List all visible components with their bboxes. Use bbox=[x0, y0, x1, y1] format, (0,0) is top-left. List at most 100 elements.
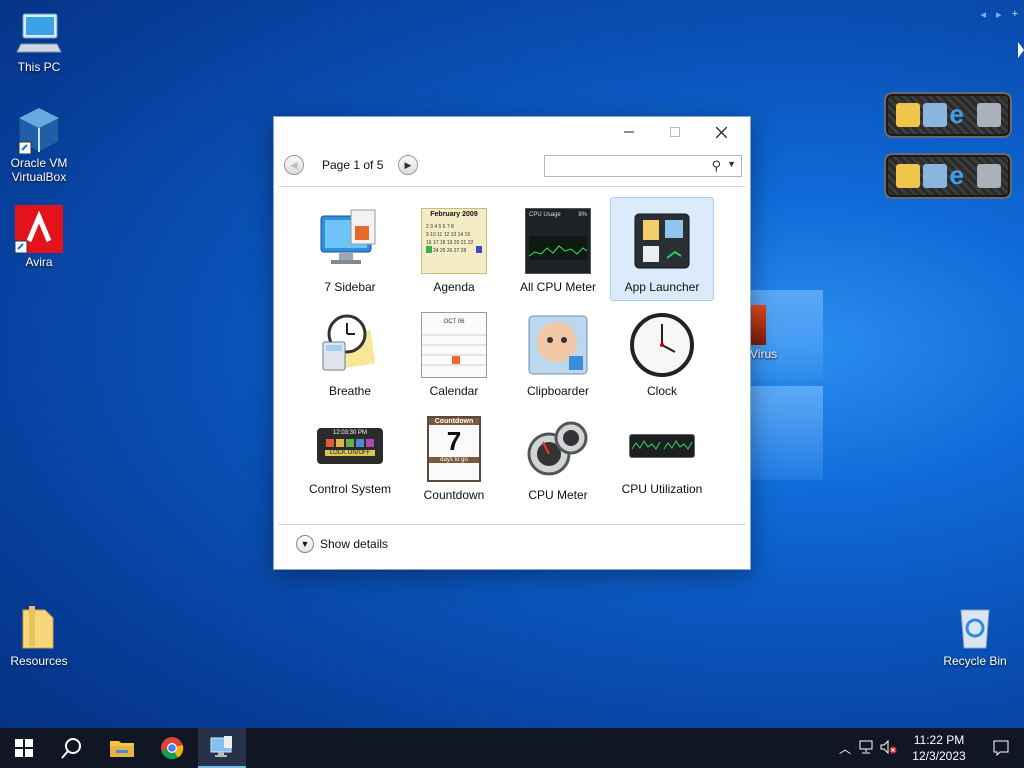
gadgets-icon bbox=[210, 736, 232, 757]
countdown-days: 7 bbox=[446, 426, 462, 456]
clock-time: 11:22 PM bbox=[913, 733, 965, 747]
desktop-icon-avira[interactable]: Avira bbox=[4, 205, 74, 269]
windows-logo-icon bbox=[15, 739, 33, 757]
gadget-label: Calendar bbox=[429, 384, 479, 398]
internet-explorer-icon[interactable]: e bbox=[950, 162, 974, 188]
maximize-button[interactable] bbox=[652, 117, 698, 147]
agenda-gadget-icon: February 2009 2 3 4 5 6 7 8 9 10 11 12 13… bbox=[421, 208, 487, 274]
gadget-tile-all-cpu-meter[interactable]: CPU Usage 8% All CPU Meter bbox=[506, 197, 610, 301]
volume-muted-icon[interactable] bbox=[878, 739, 900, 757]
desktop-icon-virus[interactable]: Virus bbox=[750, 305, 790, 363]
svg-text:23 24 25 26 27 28: 23 24 25 26 27 28 bbox=[426, 248, 467, 254]
breathe-gadget-icon bbox=[317, 312, 383, 378]
gadget-tile-clock[interactable]: Clock bbox=[610, 301, 714, 405]
folder-icon bbox=[15, 604, 63, 652]
prev-page-button[interactable]: ◀ bbox=[284, 155, 304, 175]
app-launcher-gadget-2[interactable]: e bbox=[884, 153, 1012, 199]
page-indicator: Page 1 of 5 bbox=[322, 158, 384, 172]
chrome-button[interactable] bbox=[148, 728, 196, 768]
countdown-title: Countdown bbox=[429, 418, 479, 425]
recycle-bin-icon[interactable] bbox=[976, 164, 1001, 188]
agenda-title: February 2009 bbox=[430, 211, 478, 218]
desktop-icon-this-pc[interactable]: This PC bbox=[4, 10, 74, 74]
gadget-label: 7 Sidebar bbox=[324, 280, 376, 294]
taskbar: ︿ 11:22 PM 12/3/2023 bbox=[0, 728, 1024, 768]
gadget-label: CPU Utilization bbox=[621, 482, 703, 496]
search-icon[interactable]: ⚲ bbox=[711, 158, 721, 174]
folder-icon[interactable] bbox=[895, 164, 920, 188]
gadgets-taskbar-button[interactable] bbox=[198, 728, 246, 768]
svg-text:16 17 18 19 20 21 22: 16 17 18 19 20 21 22 bbox=[426, 240, 473, 246]
gadget-tile-7-sidebar[interactable]: 7 Sidebar bbox=[298, 197, 402, 301]
dialog-titlebar[interactable] bbox=[274, 117, 750, 147]
desktop-icon-label: Recycle Bin bbox=[943, 654, 1007, 668]
system-tray: ︿ 11:22 PM 12/3/2023 bbox=[834, 728, 1024, 768]
next-page-button[interactable]: ▶ bbox=[398, 155, 418, 175]
cpu-meter-dials-icon bbox=[525, 416, 591, 482]
file-explorer-button[interactable] bbox=[98, 728, 146, 768]
calendar-gadget-icon: OCT 06 bbox=[421, 312, 487, 378]
internet-explorer-icon[interactable]: e bbox=[950, 101, 974, 127]
gadget-tile-cpu-meter[interactable]: CPU Meter bbox=[506, 405, 610, 509]
desktop-icon-virtualbox[interactable]: Oracle VM VirtualBox bbox=[4, 106, 74, 184]
sidebar-add-button[interactable]: + bbox=[1012, 8, 1018, 21]
gadget-label: App Launcher bbox=[624, 280, 700, 294]
clock-date: 12/3/2023 bbox=[912, 749, 966, 763]
network-icon[interactable] bbox=[856, 740, 878, 757]
computer-icon[interactable] bbox=[922, 164, 947, 188]
gadget-tile-calendar[interactable]: OCT 06 Calendar bbox=[402, 301, 506, 405]
desktop-icon-label: Resources bbox=[10, 654, 68, 668]
control-lock-label: LOCK ON/OFF bbox=[325, 450, 375, 456]
gadget-tile-cpu-utilization[interactable]: CPU Utilization bbox=[610, 405, 714, 509]
notifications-icon[interactable] bbox=[978, 740, 1024, 756]
svg-text:9 10 11 12 13 14 15: 9 10 11 12 13 14 15 bbox=[426, 232, 470, 238]
chevron-down-icon[interactable]: ▼ bbox=[296, 535, 314, 553]
chrome-icon bbox=[161, 737, 184, 760]
close-button[interactable] bbox=[698, 117, 744, 147]
gadget-label: Breathe bbox=[328, 384, 372, 398]
desktop-icon-resources[interactable]: Resources bbox=[4, 604, 74, 668]
gadget-label: Control System bbox=[308, 482, 392, 496]
taskbar-clock[interactable]: 11:22 PM 12/3/2023 bbox=[900, 732, 978, 764]
gadget-label: All CPU Meter bbox=[519, 280, 596, 294]
recycle-bin-icon[interactable] bbox=[976, 103, 1001, 127]
show-details-toggle[interactable]: ▼ Show details bbox=[296, 535, 388, 553]
desktop-icon-recycle-bin[interactable]: Recycle Bin bbox=[940, 604, 1010, 668]
sidebar-control-strip: ◂ ▸ + bbox=[981, 8, 1019, 21]
desktop-icon-label: This PC bbox=[17, 60, 61, 74]
search-button[interactable] bbox=[48, 728, 96, 768]
minimize-icon bbox=[624, 131, 634, 133]
dialog-toolbar: ◀ Page 1 of 5 ▶ ⚲ ▼ bbox=[284, 153, 742, 179]
gadget-tile-agenda[interactable]: February 2009 2 3 4 5 6 7 8 9 10 11 12 13… bbox=[402, 197, 506, 301]
start-button[interactable] bbox=[0, 728, 48, 768]
sidebar-next-button[interactable]: ▸ bbox=[996, 8, 1002, 21]
gadget-label: CPU Meter bbox=[528, 488, 588, 502]
search-gadgets-box[interactable]: ⚲ ▼ bbox=[544, 155, 742, 177]
gadget-tile-countdown[interactable]: Countdown 7 days to go Countdown bbox=[402, 405, 506, 509]
minimize-button[interactable] bbox=[606, 117, 652, 147]
details-divider bbox=[278, 524, 746, 525]
control-system-gadget-icon: 12:03:30 PM LOCK ON/OFF bbox=[317, 428, 383, 464]
control-time: 12:03:30 PM bbox=[332, 430, 368, 436]
mouse-cursor-icon bbox=[1018, 42, 1024, 58]
folder-icon[interactable] bbox=[895, 103, 920, 127]
maximize-icon bbox=[670, 127, 680, 137]
search-icon bbox=[61, 738, 81, 759]
gadget-tile-breathe[interactable]: Breathe bbox=[298, 301, 402, 405]
cpu-meter-gadget-icon: CPU Usage 8% bbox=[525, 208, 591, 274]
desktop-icon-label: Avira bbox=[25, 255, 53, 269]
desktop-icon-label: Virus bbox=[750, 347, 778, 361]
gadget-tile-app-launcher[interactable]: App Launcher bbox=[610, 197, 714, 301]
clock-gadget-icon bbox=[629, 312, 695, 378]
sidebar-prev-button[interactable]: ◂ bbox=[981, 8, 987, 21]
app-launcher-gadget-1[interactable]: e bbox=[884, 92, 1012, 138]
gadget-label: Clipboarder bbox=[526, 384, 590, 398]
desktop-icon-label: Oracle VM VirtualBox bbox=[10, 156, 68, 184]
computer-icon[interactable] bbox=[922, 103, 947, 127]
search-dropdown-icon[interactable]: ▼ bbox=[727, 159, 736, 169]
show-hidden-icons-icon[interactable]: ︿ bbox=[834, 740, 856, 757]
gadget-tile-control-system[interactable]: 12:03:30 PM LOCK ON/OFF Control System bbox=[298, 405, 402, 509]
gadget-label: Clock bbox=[646, 384, 677, 398]
gadget-tile-clipboarder[interactable]: Clipboarder bbox=[506, 301, 610, 405]
close-icon bbox=[715, 126, 727, 138]
